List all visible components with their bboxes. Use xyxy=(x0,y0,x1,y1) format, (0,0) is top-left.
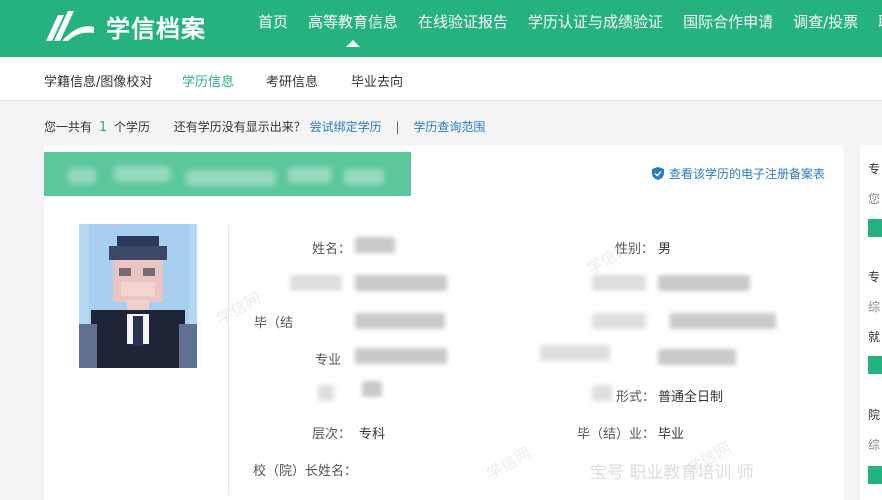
shield-check-icon xyxy=(651,167,664,180)
divider xyxy=(228,225,229,495)
redacted-value xyxy=(658,349,736,365)
level-value: 专科 xyxy=(359,427,386,442)
redacted-label xyxy=(592,275,646,291)
graduation-label: 毕（结）业： xyxy=(577,427,656,442)
sidebar-text: 就 xyxy=(868,330,881,344)
redacted-value xyxy=(670,313,776,329)
redacted-label xyxy=(592,313,646,329)
nav-career[interactable]: 职 xyxy=(878,0,882,57)
query-scope-link[interactable]: 学历查询范围 xyxy=(413,120,485,134)
degree-count-line: 您一共有 1 个学历 还有学历没有显示出来？ 尝试绑定学历 | 学历查询范围 xyxy=(44,118,485,135)
top-navbar: 学信档案 首页 高等教育信息 在线验证报告 学历认证与成绩验证 国际合作申请 调… xyxy=(0,0,882,57)
view-registration-record-link[interactable]: 查看该学历的电子注册备案表 xyxy=(651,165,825,182)
bind-degree-link[interactable]: 尝试绑定学历 xyxy=(310,120,382,134)
count-prefix: 您一共有 xyxy=(44,120,93,134)
student-photo xyxy=(79,224,197,368)
tab-enrollment[interactable]: 学籍信息/图像校对 xyxy=(44,71,152,90)
redacted-label xyxy=(540,345,610,361)
sidebar-text: 您 xyxy=(868,192,881,206)
sub-nav: 学籍信息/图像校对 学历信息 考研信息 毕业去向 xyxy=(0,57,882,101)
sidebar-text: 综 xyxy=(868,438,881,452)
tab-career-path[interactable]: 毕业去向 xyxy=(351,71,403,90)
nav-international[interactable]: 国际合作申请 xyxy=(683,0,773,57)
logo-book-icon xyxy=(46,11,94,41)
nav-online-verification[interactable]: 在线验证报告 xyxy=(418,0,508,57)
gender-label: 性别： xyxy=(615,242,655,257)
tab-degree[interactable]: 学历信息 xyxy=(182,71,234,90)
sidebar-text: 院 xyxy=(868,408,881,422)
gender-value: 男 xyxy=(658,242,672,257)
tab-postgrad-exam[interactable]: 考研信息 xyxy=(266,71,318,90)
name-label: 姓名： xyxy=(312,242,352,257)
degree-card: 查看该学历的电子注册备案表 姓名： 毕（结 专业 层次： 专科 校（院）长姓名：… xyxy=(44,145,843,500)
redacted-value xyxy=(362,381,382,397)
degree-count: 1 xyxy=(98,120,108,135)
nav-home[interactable]: 首页 xyxy=(258,0,288,57)
nav-certification[interactable]: 学历认证与成绩验证 xyxy=(528,0,663,57)
redacted-label xyxy=(592,385,612,401)
redacted-value xyxy=(355,275,447,291)
major-value-redacted xyxy=(355,348,447,364)
logo-text: 学信档案 xyxy=(106,14,206,43)
sidebar-text: 专 xyxy=(868,162,881,176)
sidebar-button[interactable] xyxy=(868,466,882,484)
logo[interactable]: 学信档案 xyxy=(44,6,206,46)
right-sidebar: 专 您 专 综 就 院 综 xyxy=(860,145,882,500)
president-label: 校（院）长姓名： xyxy=(253,464,358,479)
school-banner xyxy=(44,152,411,196)
major-label: 专业 xyxy=(315,353,342,368)
graduation-label-partial: 毕（结 xyxy=(254,316,294,331)
redacted-value xyxy=(355,313,445,329)
sidebar-text: 综 xyxy=(868,300,881,314)
record-link-text: 查看该学历的电子注册备案表 xyxy=(668,167,825,181)
graduation-value: 毕业 xyxy=(658,427,685,442)
redacted-label xyxy=(318,385,334,401)
separator: | xyxy=(395,120,400,134)
sidebar-text: 专 xyxy=(868,270,881,284)
watermark: 学信网 xyxy=(483,443,535,484)
footer-watermark: 宝号 职业教育培训 师 xyxy=(590,463,754,483)
redacted-value xyxy=(658,275,750,291)
nav-higher-education[interactable]: 高等教育信息 xyxy=(308,0,398,57)
count-suffix: 个学历 xyxy=(113,120,150,134)
study-form-value: 普通全日制 xyxy=(658,390,724,405)
nav-survey[interactable]: 调查/投票 xyxy=(793,0,858,57)
redacted-label xyxy=(290,275,342,291)
study-form-label: 形式： xyxy=(616,390,656,405)
pixelated-portrait xyxy=(79,224,197,368)
sidebar-button[interactable] xyxy=(868,356,882,374)
name-value-redacted xyxy=(355,237,395,253)
main-nav: 首页 高等教育信息 在线验证报告 学历认证与成绩验证 国际合作申请 调查/投票 … xyxy=(258,0,882,57)
missing-question: 还有学历没有显示出来？ xyxy=(173,120,306,134)
sidebar-button[interactable] xyxy=(868,219,882,237)
level-label: 层次： xyxy=(312,427,352,442)
